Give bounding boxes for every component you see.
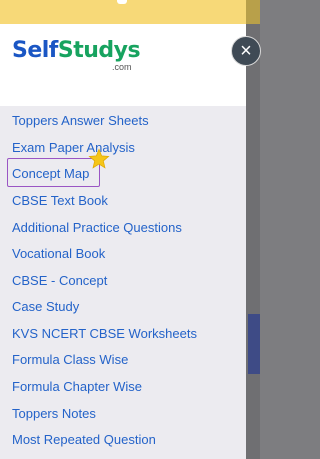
page-backdrop-banner [246, 0, 260, 24]
selfstudys-logo[interactable]: SelfStudys .com [12, 38, 141, 72]
close-button[interactable]: × [231, 36, 261, 66]
page-backdrop-image [248, 314, 260, 374]
menu-item-formula-class-wise[interactable]: Formula Class Wise [12, 352, 128, 368]
logo-studys-text: Studys [57, 38, 141, 63]
logo-self-text: Self [12, 38, 58, 63]
menu-item-cbse-text-book[interactable]: CBSE Text Book [12, 193, 108, 209]
page-backdrop [246, 0, 260, 459]
menu-item-most-repeated-question[interactable]: Most Repeated Question [12, 432, 156, 448]
top-banner [0, 0, 246, 24]
menu-item-case-study[interactable]: Case Study [12, 299, 79, 315]
menu-item-exam-paper-analysis[interactable]: Exam Paper Analysis [12, 140, 135, 156]
menu-item-toppers-answer-sheets[interactable]: Toppers Answer Sheets [12, 113, 149, 129]
logo-domain-text: .com [112, 62, 132, 72]
menu-item-formula-chapter-wise[interactable]: Formula Chapter Wise [12, 379, 142, 395]
star-icon [88, 148, 110, 169]
menu-item-toppers-notes[interactable]: Toppers Notes [12, 406, 96, 422]
menu-item-kvs-ncert-cbse-worksheets[interactable]: KVS NCERT CBSE Worksheets [12, 326, 197, 342]
menu-item-vocational-book[interactable]: Vocational Book [12, 246, 105, 262]
drawer-header: SelfStudys .com [0, 24, 246, 106]
menu-item-concept-map[interactable]: Concept Map [12, 166, 89, 182]
side-drawer: SelfStudys .com Toppers Answer Sheets Ex… [0, 0, 246, 459]
menu-item-additional-practice-questions[interactable]: Additional Practice Questions [12, 220, 182, 236]
menu-item-cbse-concept[interactable]: CBSE - Concept [12, 273, 107, 289]
close-icon: × [240, 40, 252, 62]
